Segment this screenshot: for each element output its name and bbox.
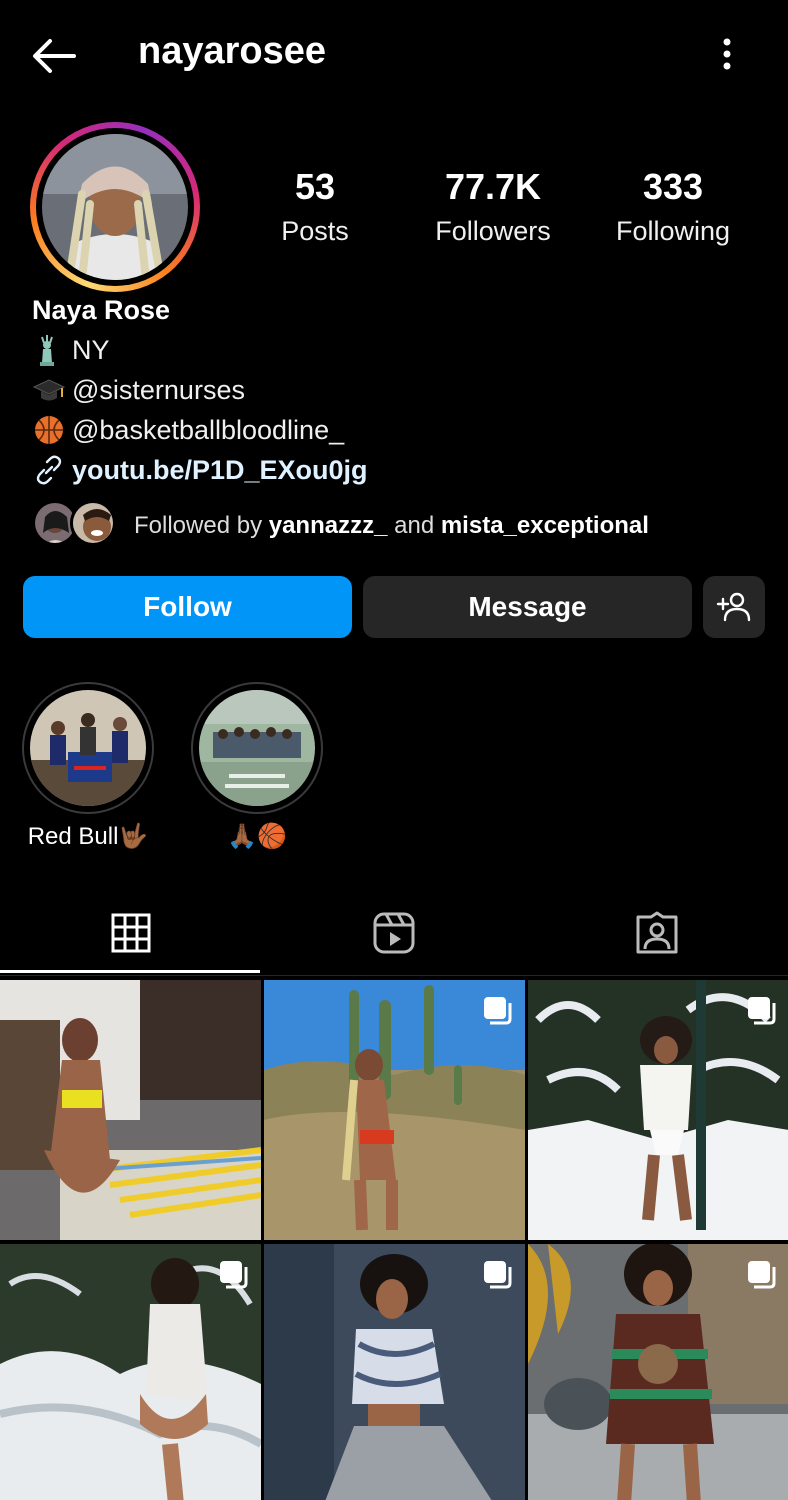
mutual-avatar-2 [70,500,116,546]
highlight-cover-image [199,690,315,806]
post-thumbnail[interactable] [528,980,788,1240]
followed-by-prefix: Followed by [134,512,263,539]
post-thumbnail[interactable] [264,1244,525,1500]
multiple-photos-icon [484,997,512,1025]
multiple-photos-icon [748,1261,776,1289]
follow-button[interactable]: Follow [23,576,352,638]
bio-mention-sisternurses[interactable]: @sisternurses [72,370,245,410]
multiple-photos-icon [484,1261,512,1289]
highlight-caption: Red Bull🤟🏾 [27,823,149,850]
bio-line-mention-1[interactable]: @sisternurses [32,370,752,410]
highlight-cover-image [30,690,146,806]
reels-icon [373,912,415,954]
following-label: Following [615,216,731,246]
mutual-user-2[interactable]: mista_exceptional [441,512,649,539]
highlight-ring [22,682,154,814]
message-button[interactable]: Message [363,576,692,638]
bio-external-link[interactable]: youtu.be/P1D_EXou0jg [72,450,368,490]
profile-avatar[interactable] [42,134,188,280]
add-person-icon [716,592,751,622]
followers-stat[interactable]: 77.7K Followers [408,166,578,247]
highlight-ring [191,682,323,814]
top-bar: nayarosee [0,0,788,110]
followed-by-joiner: and [394,512,435,539]
post-thumbnail[interactable] [0,980,261,1240]
posts-stat: 53 Posts [230,166,400,247]
highlight-red-bull[interactable]: Red Bull🤟🏾 [22,682,154,851]
followers-label: Followers [435,216,551,246]
multiple-photos-icon [748,997,776,1025]
tagged-person-icon [636,911,678,954]
bio-section: Naya Rose NY @sisternurses @basketballbl… [32,290,752,490]
tab-posts-grid[interactable] [0,890,262,976]
statue-of-liberty-icon [40,335,54,366]
display-name: Naya Rose [32,295,171,325]
followed-by-text: Followed by yannazzz_ and mista_exceptio… [134,512,649,540]
bio-mention-basketballbloodline[interactable]: @basketballbloodline_ [72,410,344,450]
graduation-cap-icon [32,379,66,401]
highlight-caption: 🙏🏾🏀 [227,823,287,850]
link-icon [36,455,62,485]
posts-count: 53 [294,166,336,207]
profile-tabs [0,890,788,976]
more-options-icon[interactable] [712,34,742,74]
back-arrow-icon[interactable] [30,36,78,76]
followers-count: 77.7K [444,166,542,207]
post-thumbnail[interactable] [528,1244,788,1500]
post-thumbnail[interactable] [0,1244,261,1500]
bio-line-mention-2[interactable]: @basketballbloodline_ [32,410,752,450]
tab-reels[interactable] [263,890,525,976]
mutual-user-1[interactable]: yannazzz_ [269,512,388,539]
multiple-photos-icon [220,1261,248,1289]
bio-line-location: NY [32,330,752,370]
basketball-icon [35,416,63,444]
following-count: 333 [642,166,704,207]
following-stat[interactable]: 333 Following [588,166,758,247]
highlight-prayer-basketball[interactable]: 🙏🏾🏀 [191,682,323,851]
story-ring[interactable] [30,122,200,292]
suggest-people-button[interactable] [703,576,765,638]
bio-link-row[interactable]: youtu.be/P1D_EXou0jg [32,450,752,490]
grid-icon [111,913,151,953]
active-tab-indicator [0,970,260,973]
post-thumbnail[interactable] [264,980,525,1240]
profile-username: nayarosee [138,30,327,72]
posts-label: Posts [281,216,349,246]
bio-location-text: NY [72,335,110,365]
tab-tagged[interactable] [526,890,788,976]
